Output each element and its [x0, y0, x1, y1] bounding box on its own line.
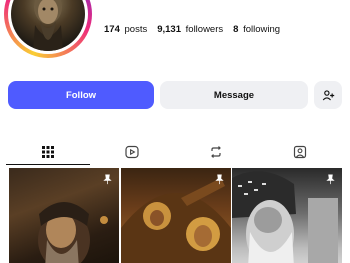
pin-icon [215, 174, 224, 185]
following-count-label: following [243, 24, 281, 35]
followers-count-value: 9,131 [157, 24, 181, 35]
suggest-accounts-button[interactable] [314, 81, 342, 109]
profile-tabs [0, 138, 350, 166]
posts-count[interactable]: 174 posts [104, 24, 147, 35]
followers-count[interactable]: 9,131 followers [157, 24, 223, 35]
message-button[interactable]: Message [160, 81, 308, 109]
post-grid [0, 168, 350, 263]
reposts-icon [211, 146, 221, 158]
followers-count-label: followers [185, 24, 224, 35]
tagged-icon [293, 145, 307, 159]
avatar-image [11, 0, 85, 51]
active-tab-indicator [6, 164, 90, 165]
grid-icon [42, 146, 54, 158]
follow-button[interactable]: Follow [8, 81, 154, 109]
reels-icon [125, 145, 139, 159]
tab-reels[interactable] [90, 138, 174, 166]
profile-page: 174 posts 9,131 followers 8 following Fo… [0, 0, 350, 263]
person-add-icon [322, 89, 334, 100]
post-tile[interactable] [232, 168, 342, 263]
post-tile[interactable] [121, 168, 231, 263]
pin-icon [326, 174, 335, 185]
tab-tagged[interactable] [258, 138, 342, 166]
tab-posts[interactable] [6, 138, 90, 166]
profile-avatar[interactable] [4, 0, 92, 58]
following-count[interactable]: 8 following [233, 24, 280, 35]
posts-count-value: 174 [104, 24, 120, 35]
pin-icon [103, 174, 112, 185]
post-tile[interactable] [9, 168, 119, 263]
tab-reposts[interactable] [174, 138, 258, 166]
posts-count-label: posts [124, 24, 148, 35]
profile-stats: 174 posts 9,131 followers 8 following [104, 24, 280, 35]
following-count-value: 8 [233, 24, 239, 35]
